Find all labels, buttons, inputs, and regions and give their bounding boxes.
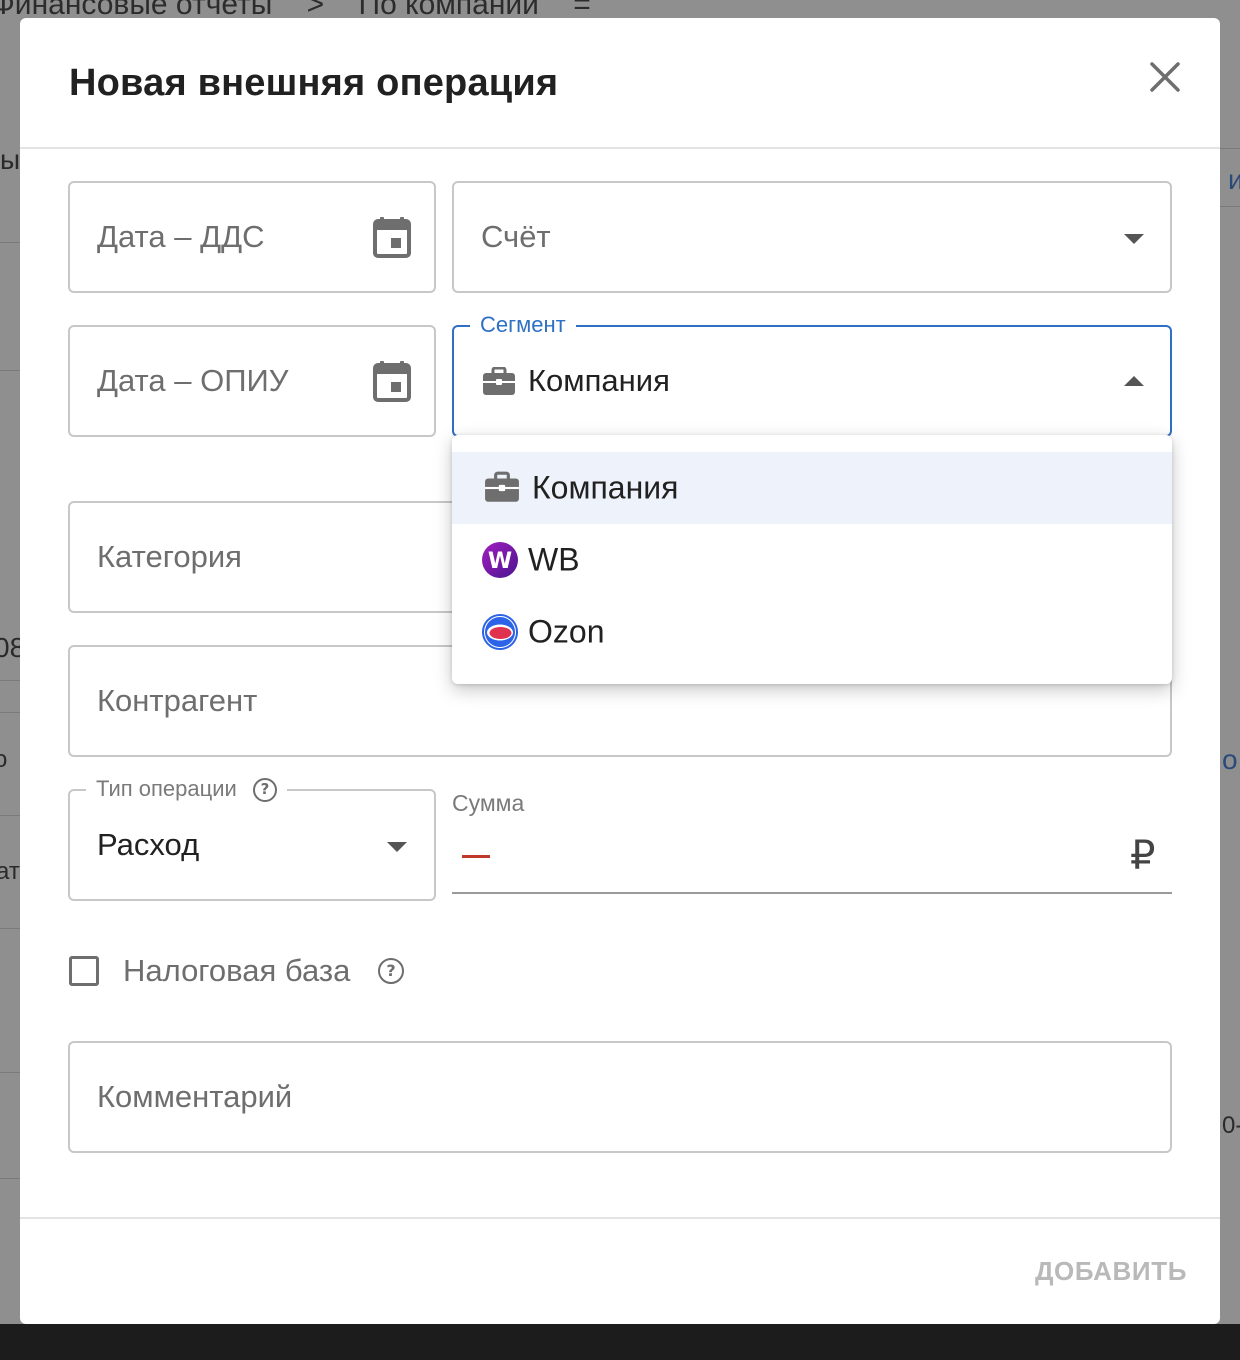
briefcase-icon (483, 367, 515, 395)
ozon-logo-icon (482, 614, 518, 650)
background-text-fragment: 0- (1222, 1112, 1240, 1139)
help-icon[interactable]: ? (252, 778, 277, 803)
operation-type-label-text: Тип операции (96, 776, 237, 801)
new-operation-dialog: Новая внешняя операция Дата – ДДС Счёт Д… (20, 18, 1220, 1324)
operation-type-label: Тип операции ? (86, 774, 287, 804)
tax-base-checkbox[interactable] (69, 956, 99, 986)
svg-text:W: W (488, 549, 512, 574)
segment-menu: Компания W WB Ozon (452, 435, 1172, 684)
operation-type-value: Расход (97, 827, 200, 862)
close-button[interactable] (1142, 54, 1188, 100)
background-divider (1220, 206, 1240, 207)
counterparty-placeholder: Контрагент (97, 683, 258, 718)
date-dds-field[interactable]: Дата – ДДС (68, 181, 436, 293)
add-button[interactable]: ДОБАВИТЬ (1035, 1256, 1187, 1287)
segment-label: Сегмент (470, 310, 576, 340)
minus-sign (462, 855, 490, 858)
sum-label: Сумма (452, 790, 525, 816)
calendar-icon[interactable] (372, 216, 412, 258)
segment-value: Компания (528, 363, 670, 398)
segment-option-label: WB (528, 541, 580, 578)
sum-underline (452, 892, 1172, 894)
background-divider (0, 928, 22, 929)
date-opiu-field[interactable]: Дата – ОПИУ (68, 325, 436, 437)
date-dds-placeholder: Дата – ДДС (97, 219, 265, 254)
segment-option-wb[interactable]: W WB (452, 524, 1172, 596)
background-divider (0, 815, 22, 816)
help-icon[interactable]: ? (378, 958, 404, 984)
background-bottom-bar (0, 1324, 1240, 1360)
segment-select[interactable]: Сегмент Компания (452, 310, 1172, 437)
comment-placeholder: Комментарий (97, 1079, 293, 1114)
background-divider (0, 712, 22, 713)
account-select[interactable]: Счёт (452, 181, 1172, 293)
background-text-fragment: и (1228, 164, 1240, 195)
wildberries-logo-icon: W (482, 542, 518, 578)
calendar-icon[interactable] (372, 360, 412, 402)
briefcase-icon (485, 471, 519, 502)
background-text-fragment: ат (0, 858, 20, 885)
background-divider (0, 1072, 22, 1073)
close-icon (1150, 62, 1180, 92)
background-divider (0, 680, 22, 681)
background-text-fragment: ы (0, 144, 21, 175)
ruble-icon: ₽ (1130, 833, 1156, 879)
dialog-header: Новая внешняя операция (20, 18, 1220, 149)
background-divider (0, 242, 22, 243)
background-divider (1220, 148, 1240, 149)
operation-type-select[interactable]: Тип операции ? Расход (68, 774, 436, 901)
background-divider (0, 370, 22, 371)
background-text-fragment: о (1222, 744, 1238, 775)
tax-base-label[interactable]: Налоговая база (123, 953, 350, 989)
sum-input[interactable] (504, 836, 1114, 886)
account-placeholder: Счёт (481, 219, 551, 254)
date-opiu-placeholder: Дата – ОПИУ (97, 363, 289, 398)
segment-option-label: Компания (532, 469, 679, 506)
category-placeholder: Категория (97, 539, 242, 574)
segment-option-ozon[interactable]: Ozon (452, 596, 1172, 668)
background-text-fragment: о (0, 746, 8, 773)
background-divider (0, 1178, 22, 1179)
chevron-down-icon (1124, 234, 1144, 244)
segment-option-label: Ozon (528, 613, 605, 650)
comment-field[interactable]: Комментарий (68, 1041, 1172, 1153)
dialog-title: Новая внешняя операция (69, 62, 559, 104)
segment-option-company[interactable]: Компания (452, 452, 1172, 524)
chevron-down-icon (387, 842, 407, 852)
dialog-footer-divider (20, 1217, 1220, 1219)
chevron-up-icon (1124, 376, 1144, 386)
